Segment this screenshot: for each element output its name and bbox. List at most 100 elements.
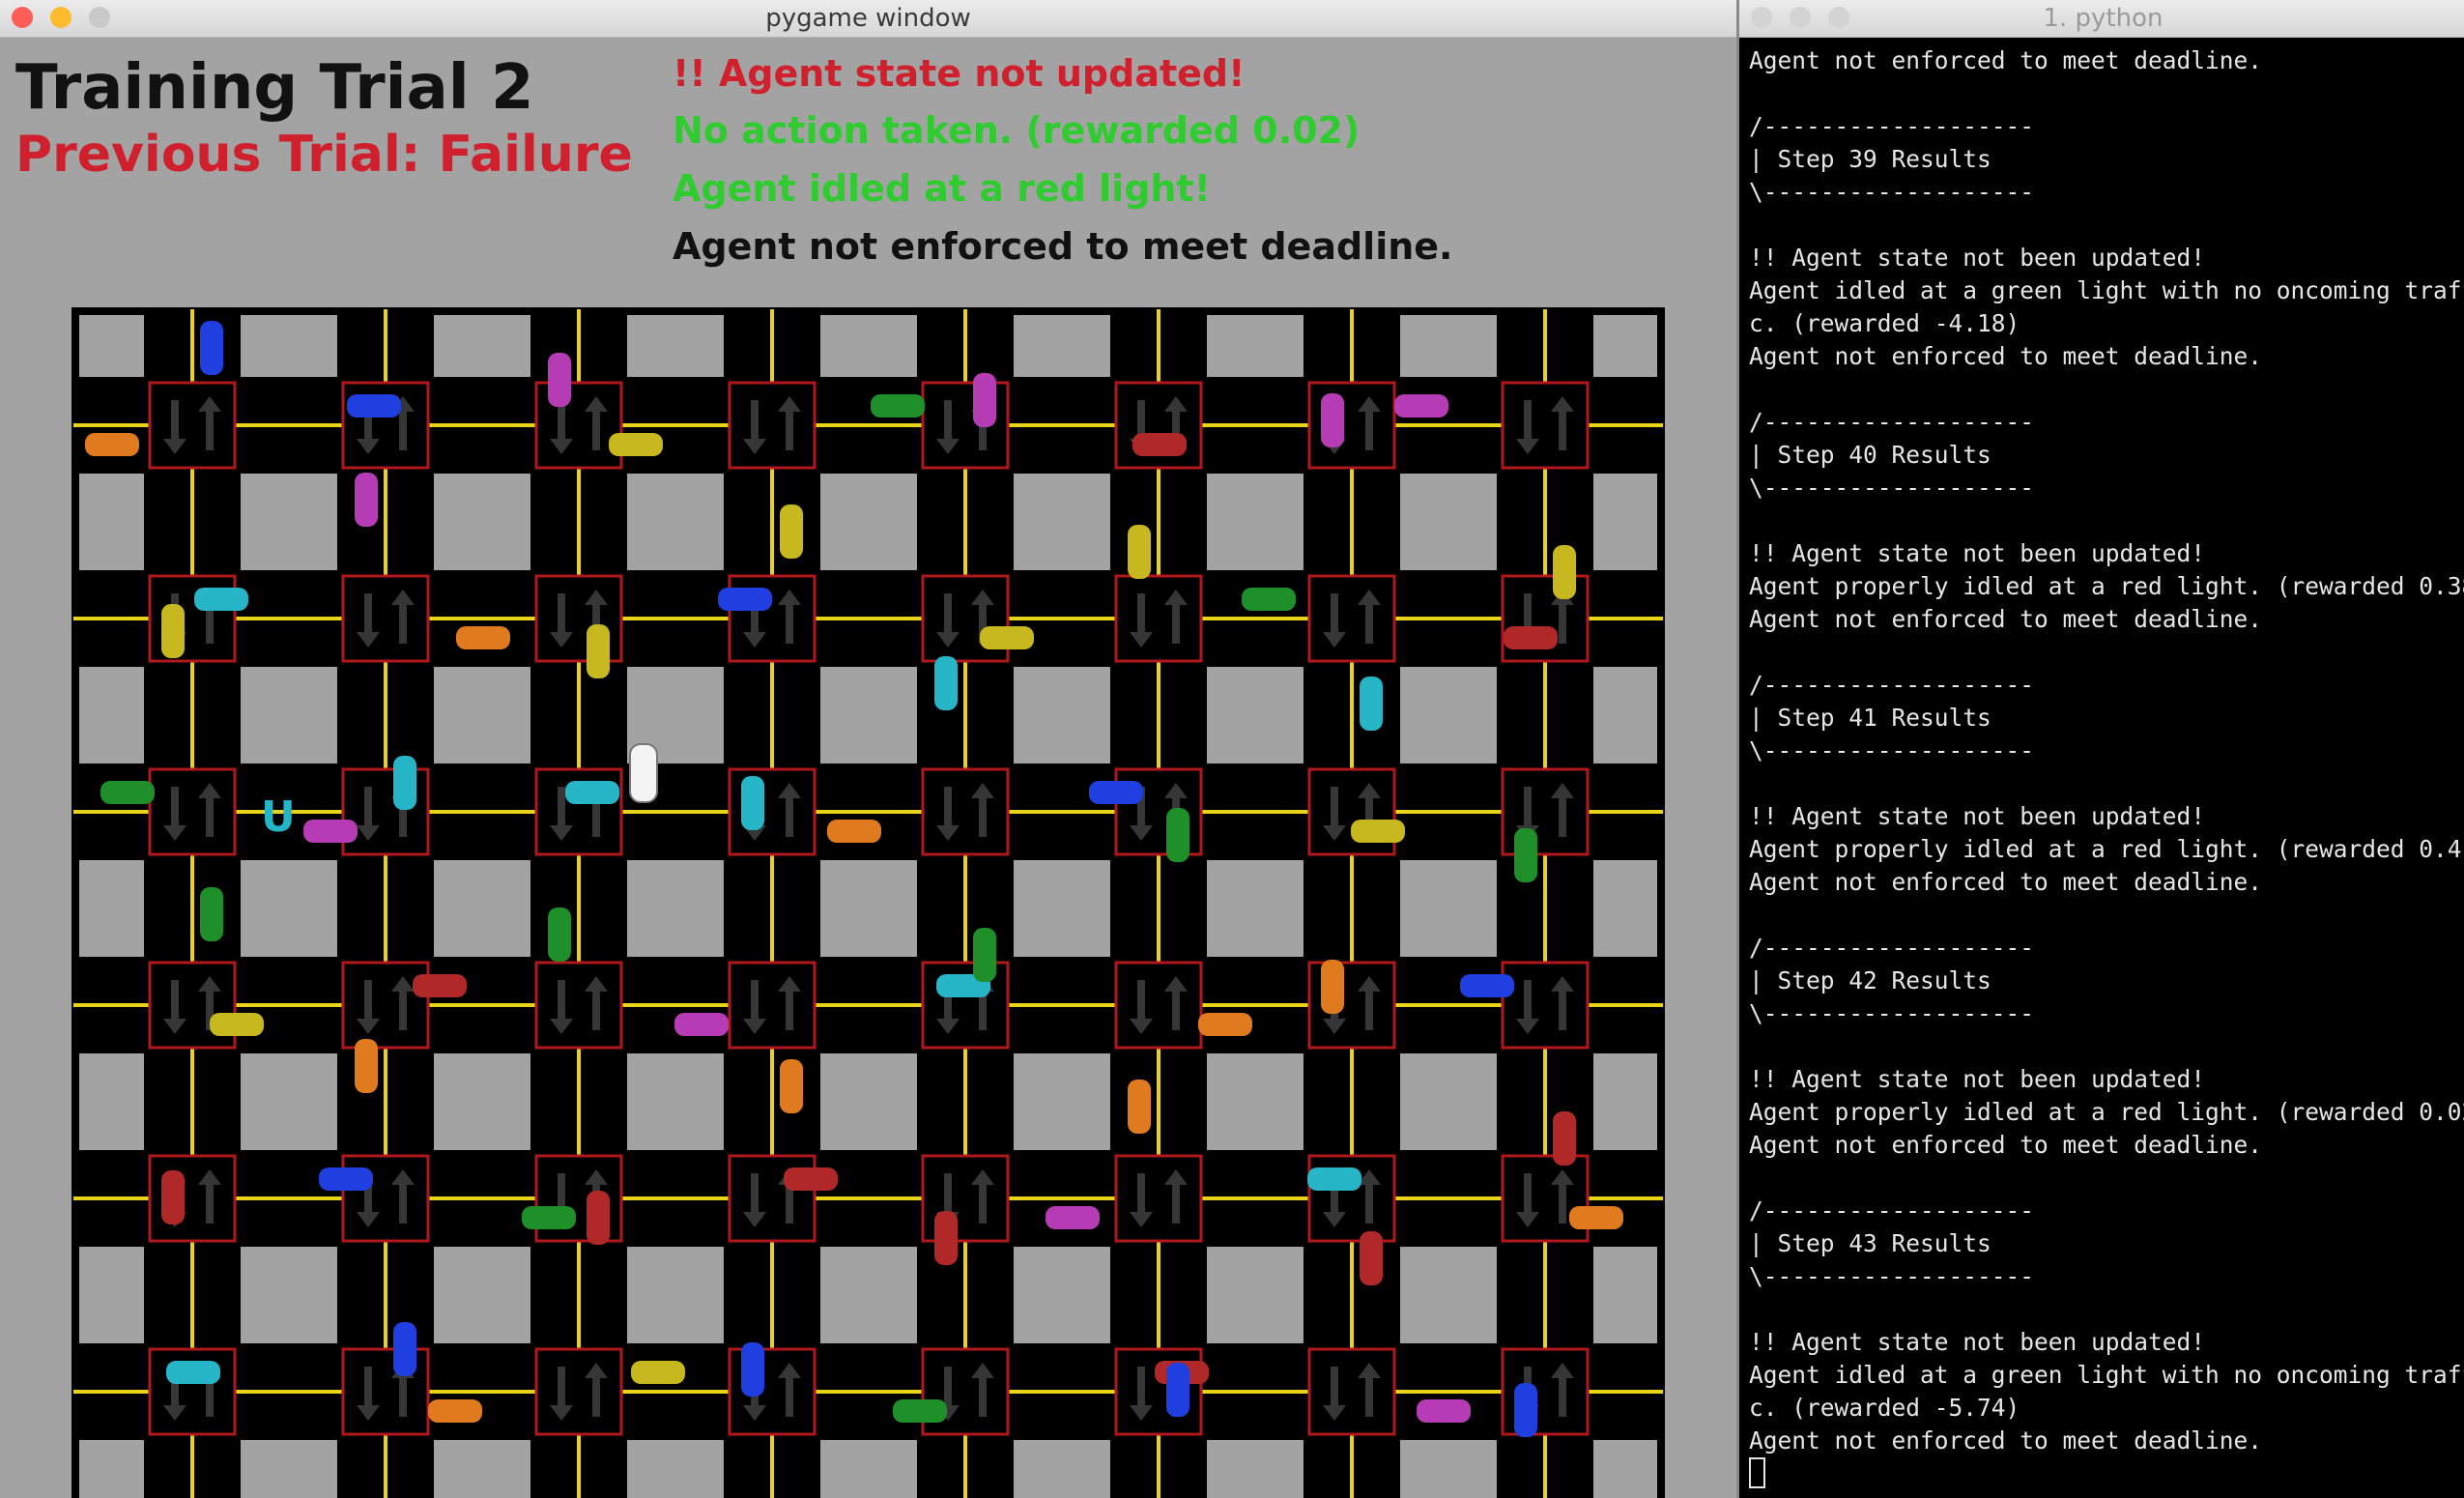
window-title: pygame window bbox=[765, 4, 971, 33]
car bbox=[548, 353, 571, 407]
terminal-prompt-line bbox=[1749, 1457, 2463, 1491]
city-block bbox=[241, 474, 337, 570]
car bbox=[871, 394, 925, 418]
city-block bbox=[434, 474, 530, 570]
car bbox=[1166, 1363, 1189, 1417]
car bbox=[1307, 1167, 1361, 1191]
terminal-line: Agent not enforced to meet deadline. bbox=[1749, 605, 2263, 633]
car bbox=[780, 504, 803, 559]
car bbox=[1417, 1399, 1471, 1423]
car bbox=[428, 1399, 482, 1423]
car bbox=[587, 1191, 610, 1245]
intersection bbox=[148, 767, 237, 856]
city-block bbox=[1593, 860, 1657, 957]
car bbox=[1460, 974, 1514, 997]
pygame-titlebar[interactable]: pygame window bbox=[0, 0, 1736, 38]
car bbox=[1132, 433, 1187, 456]
terminal-line: | Step 40 Results bbox=[1749, 441, 1991, 469]
city-block bbox=[1207, 315, 1304, 377]
car bbox=[522, 1206, 576, 1229]
city-block bbox=[1207, 667, 1304, 763]
terminal-title: 1. python bbox=[2043, 4, 2163, 33]
city-block bbox=[1400, 667, 1497, 763]
terminal-line: !! Agent state not been updated! bbox=[1749, 1328, 2206, 1356]
terminal-line: Agent not enforced to meet deadline. bbox=[1749, 342, 2263, 370]
terminal-line: Agent not enforced to meet deadline. bbox=[1749, 868, 2263, 896]
car bbox=[1198, 1013, 1252, 1036]
car bbox=[780, 1059, 803, 1113]
terminal-line: Agent idled at a green light with no onc… bbox=[1749, 276, 2464, 304]
city-block bbox=[79, 1440, 144, 1498]
car bbox=[587, 624, 610, 678]
city-block bbox=[1014, 1247, 1110, 1343]
car bbox=[934, 1211, 958, 1265]
city-block bbox=[1400, 860, 1497, 957]
terminal-line: Agent properly idled at a red light. (re… bbox=[1749, 572, 2464, 600]
status-line-state: !! Agent state not updated! bbox=[673, 52, 1246, 95]
status-line-deadline: Agent not enforced to meet deadline. bbox=[673, 225, 1453, 268]
car bbox=[1553, 545, 1576, 599]
agent-car bbox=[629, 743, 658, 803]
intersection bbox=[534, 961, 623, 1050]
terminal-line: !! Agent state not been updated! bbox=[1749, 1065, 2206, 1093]
car bbox=[413, 974, 467, 997]
car bbox=[548, 907, 571, 962]
terminal-output[interactable]: Agent not enforced to meet deadline. /--… bbox=[1749, 44, 2464, 1498]
city-block bbox=[820, 1440, 917, 1498]
car bbox=[1128, 1080, 1151, 1134]
intersection bbox=[728, 381, 817, 470]
car bbox=[1166, 808, 1189, 862]
terminal-line: Agent properly idled at a red light. (re… bbox=[1749, 835, 2464, 863]
car bbox=[1504, 626, 1558, 649]
city-block bbox=[820, 1053, 917, 1150]
car bbox=[1046, 1206, 1100, 1229]
city-block bbox=[241, 860, 337, 957]
terminal-line: c. (rewarded -5.74) bbox=[1749, 1394, 2020, 1422]
city-block bbox=[79, 1247, 144, 1343]
car bbox=[456, 626, 510, 649]
car bbox=[741, 1342, 764, 1397]
terminal-line: \------------------- bbox=[1749, 999, 2035, 1027]
terminal-line: \------------------- bbox=[1749, 178, 2035, 206]
city-block bbox=[627, 860, 724, 957]
city-block bbox=[79, 860, 144, 957]
car bbox=[674, 1013, 729, 1036]
car bbox=[161, 1170, 185, 1224]
city-block bbox=[627, 315, 724, 377]
intersection bbox=[1501, 961, 1590, 1050]
car bbox=[973, 373, 996, 427]
car bbox=[393, 756, 416, 810]
city-block bbox=[1014, 474, 1110, 570]
car bbox=[1242, 588, 1296, 611]
car bbox=[893, 1399, 947, 1423]
car bbox=[609, 433, 663, 456]
city-block bbox=[1207, 1247, 1304, 1343]
city-block bbox=[1400, 1440, 1497, 1498]
car bbox=[1089, 781, 1143, 804]
city-block bbox=[627, 474, 724, 570]
status-line-action: No action taken. (rewarded 0.02) bbox=[673, 109, 1361, 152]
car bbox=[980, 626, 1034, 649]
city-block bbox=[820, 860, 917, 957]
city-block bbox=[79, 667, 144, 763]
car bbox=[303, 820, 358, 843]
terminal-line: Agent not enforced to meet deadline. bbox=[1749, 46, 2263, 74]
city-block bbox=[1593, 667, 1657, 763]
intersection bbox=[1114, 961, 1203, 1050]
destination-marker: U bbox=[261, 792, 296, 842]
city-block bbox=[434, 1053, 530, 1150]
city-block bbox=[1207, 474, 1304, 570]
terminal-line: Agent properly idled at a red light. (re… bbox=[1749, 1098, 2464, 1126]
intersection bbox=[341, 574, 430, 663]
terminal-titlebar[interactable]: 1. python bbox=[1739, 0, 2464, 38]
city-block bbox=[1593, 1440, 1657, 1498]
city-block bbox=[1400, 474, 1497, 570]
city-block bbox=[627, 1053, 724, 1150]
terminal-line: \------------------- bbox=[1749, 474, 2035, 502]
city-block bbox=[1400, 1053, 1497, 1150]
car bbox=[166, 1361, 220, 1384]
city-block bbox=[1593, 474, 1657, 570]
